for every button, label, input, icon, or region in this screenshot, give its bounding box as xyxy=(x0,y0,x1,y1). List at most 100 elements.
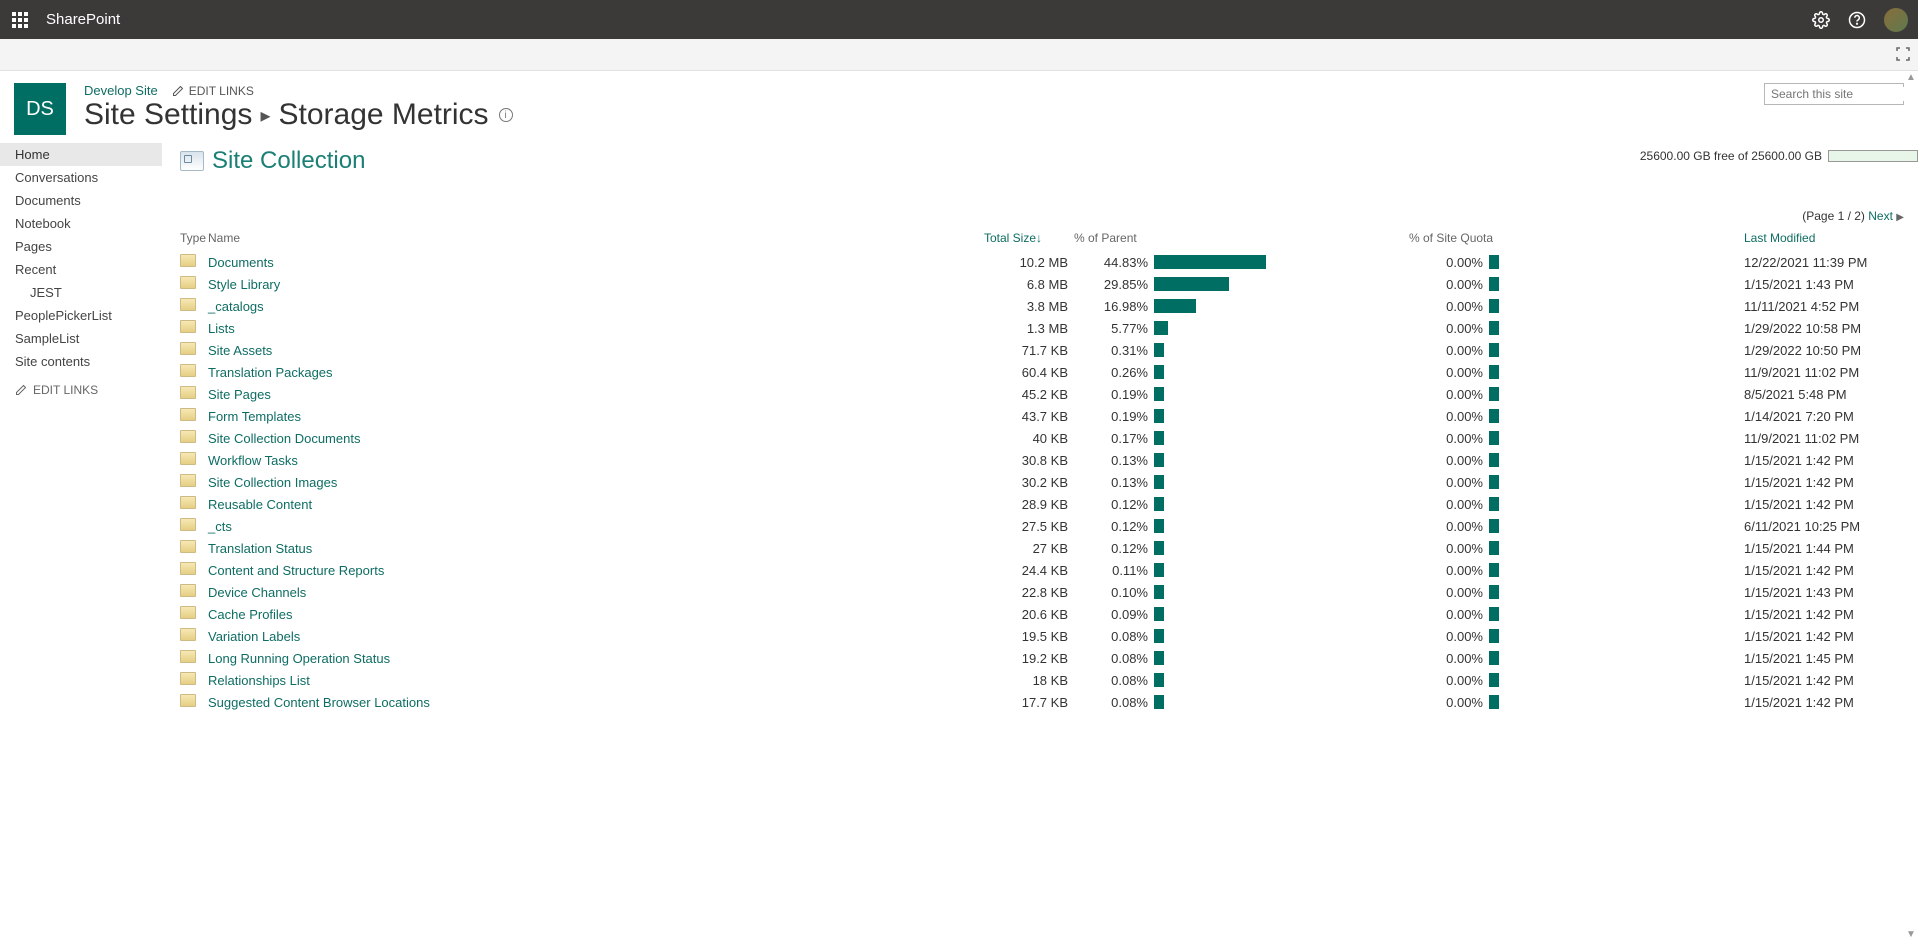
site-collection-heading[interactable]: Site Collection xyxy=(212,147,365,175)
edit-links-label: EDIT LINKS xyxy=(189,84,254,98)
cell-pct-parent: 0.11% xyxy=(1074,559,1154,581)
cell-size: 10.2 MB xyxy=(984,251,1074,273)
nav-item-home[interactable]: Home xyxy=(0,143,162,166)
cell-modified: 1/15/2021 1:42 PM xyxy=(1744,669,1904,691)
cell-pct-parent: 0.26% xyxy=(1074,361,1154,383)
parent-bar xyxy=(1154,651,1403,665)
nav-item-conversations[interactable]: Conversations xyxy=(0,166,162,189)
folder-icon xyxy=(180,342,196,355)
paging-next[interactable]: Next xyxy=(1868,209,1893,223)
cell-pct-parent: 16.98% xyxy=(1074,295,1154,317)
nav-item-peoplepickerlist[interactable]: PeoplePickerList xyxy=(0,304,162,327)
cell-modified: 1/15/2021 1:42 PM xyxy=(1744,449,1904,471)
site-logo[interactable]: DS xyxy=(14,83,66,135)
cell-pct-quota: 0.00% xyxy=(1409,625,1489,647)
quota-bar-cell xyxy=(1489,365,1738,379)
app-launcher-icon[interactable] xyxy=(12,12,28,28)
title-site-settings[interactable]: Site Settings xyxy=(84,98,252,132)
parent-bar xyxy=(1154,519,1403,533)
item-link[interactable]: Translation Status xyxy=(208,541,312,556)
item-link[interactable]: Long Running Operation Status xyxy=(208,651,390,666)
gear-icon[interactable] xyxy=(1812,11,1830,29)
item-link[interactable]: _catalogs xyxy=(208,299,264,314)
table-row: Form Templates43.7 KB0.19%0.00%1/14/2021… xyxy=(180,405,1904,427)
item-link[interactable]: Device Channels xyxy=(208,585,306,600)
parent-bar xyxy=(1154,299,1403,313)
info-icon[interactable]: i xyxy=(499,108,513,122)
item-link[interactable]: Style Library xyxy=(208,277,280,292)
quota-bar-cell xyxy=(1489,431,1738,445)
cell-size: 19.2 KB xyxy=(984,647,1074,669)
cell-modified: 1/29/2022 10:50 PM xyxy=(1744,339,1904,361)
table-row: Site Collection Documents40 KB0.17%0.00%… xyxy=(180,427,1904,449)
nav-item-notebook[interactable]: Notebook xyxy=(0,212,162,235)
item-link[interactable]: Cache Profiles xyxy=(208,607,293,622)
item-link[interactable]: Reusable Content xyxy=(208,497,312,512)
item-link[interactable]: Documents xyxy=(208,255,274,270)
col-pct-parent[interactable]: % of Parent xyxy=(1074,227,1154,251)
table-row: Cache Profiles20.6 KB0.09%0.00%1/15/2021… xyxy=(180,603,1904,625)
item-link[interactable]: Site Pages xyxy=(208,387,271,402)
table-row: Variation Labels19.5 KB0.08%0.00%1/15/20… xyxy=(180,625,1904,647)
item-link[interactable]: Variation Labels xyxy=(208,629,300,644)
folder-icon xyxy=(180,606,196,619)
table-row: Device Channels22.8 KB0.10%0.00%1/15/202… xyxy=(180,581,1904,603)
cell-pct-parent: 0.19% xyxy=(1074,405,1154,427)
nav-item-recent[interactable]: Recent xyxy=(0,258,162,281)
col-type[interactable]: Type xyxy=(180,227,208,251)
parent-bar xyxy=(1154,409,1403,423)
item-link[interactable]: Content and Structure Reports xyxy=(208,563,384,578)
cell-size: 1.3 MB xyxy=(984,317,1074,339)
search-box[interactable]: ▼ xyxy=(1764,83,1904,105)
quota-bar-cell xyxy=(1489,255,1738,269)
quota-bar-cell xyxy=(1489,585,1738,599)
cell-pct-quota: 0.00% xyxy=(1409,427,1489,449)
folder-icon xyxy=(180,474,196,487)
breadcrumb-separator: ▸ xyxy=(260,103,270,128)
edit-links-nav[interactable]: EDIT LINKS xyxy=(0,373,162,397)
chevron-right-icon[interactable]: ▶ xyxy=(1896,212,1904,223)
parent-bar xyxy=(1154,497,1403,511)
cell-pct-parent: 0.13% xyxy=(1074,471,1154,493)
nav-item-pages[interactable]: Pages xyxy=(0,235,162,258)
cell-size: 40 KB xyxy=(984,427,1074,449)
site-link[interactable]: Develop Site xyxy=(84,83,158,98)
item-link[interactable]: Site Collection Documents xyxy=(208,431,360,446)
item-link[interactable]: Site Collection Images xyxy=(208,475,337,490)
item-link[interactable]: Relationships List xyxy=(208,673,310,688)
focus-content-icon[interactable] xyxy=(1894,45,1912,63)
cell-modified: 1/15/2021 1:42 PM xyxy=(1744,559,1904,581)
folder-icon xyxy=(180,650,196,663)
quota-bar-cell xyxy=(1489,387,1738,401)
user-avatar[interactable] xyxy=(1884,8,1908,32)
cell-pct-quota: 0.00% xyxy=(1409,295,1489,317)
item-link[interactable]: Translation Packages xyxy=(208,365,333,380)
brand-title[interactable]: SharePoint xyxy=(46,11,120,28)
cell-pct-parent: 29.85% xyxy=(1074,273,1154,295)
item-link[interactable]: Site Assets xyxy=(208,343,272,358)
item-link[interactable]: _cts xyxy=(208,519,232,534)
nav-item-jest[interactable]: JEST xyxy=(0,281,162,304)
folder-icon xyxy=(180,298,196,311)
quota-display: 25600.00 GB free of 25600.00 GB xyxy=(1640,149,1918,163)
quota-bar-cell xyxy=(1489,453,1738,467)
col-pct-quota[interactable]: % of Site Quota xyxy=(1409,227,1489,251)
col-modified[interactable]: Last Modified xyxy=(1744,227,1904,251)
col-total-size[interactable]: Total Size↓ xyxy=(984,227,1074,251)
item-link[interactable]: Workflow Tasks xyxy=(208,453,298,468)
help-icon[interactable] xyxy=(1848,11,1866,29)
col-name[interactable]: Name xyxy=(208,227,984,251)
nav-item-samplelist[interactable]: SampleList xyxy=(0,327,162,350)
item-link[interactable]: Suggested Content Browser Locations xyxy=(208,695,430,710)
item-link[interactable]: Form Templates xyxy=(208,409,301,424)
folder-icon xyxy=(180,496,196,509)
edit-links-top[interactable]: EDIT LINKS xyxy=(172,84,254,98)
nav-item-site-contents[interactable]: Site contents xyxy=(0,350,162,373)
table-row: Reusable Content28.9 KB0.12%0.00%1/15/20… xyxy=(180,493,1904,515)
item-link[interactable]: Lists xyxy=(208,321,235,336)
cell-pct-quota: 0.00% xyxy=(1409,273,1489,295)
parent-bar xyxy=(1154,431,1403,445)
search-input[interactable] xyxy=(1765,87,1918,101)
parent-bar xyxy=(1154,475,1403,489)
nav-item-documents[interactable]: Documents xyxy=(0,189,162,212)
